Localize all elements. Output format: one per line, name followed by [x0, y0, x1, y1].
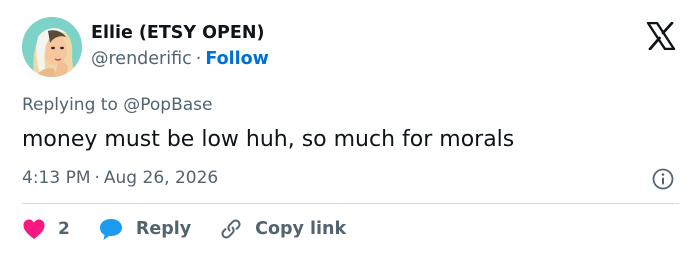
link-icon	[221, 219, 241, 239]
timestamp-separator: ·	[94, 168, 100, 188]
avatar[interactable]	[22, 17, 82, 77]
speech-bubble-icon	[99, 219, 122, 240]
like-button[interactable]: 2	[22, 218, 70, 240]
reply-label: Reply	[135, 219, 192, 239]
like-count: 2	[58, 219, 70, 239]
handle-line: @renderific · Follow	[91, 47, 269, 71]
divider	[22, 203, 679, 204]
timestamp[interactable]: 4:13 PM · Aug 26, 2026	[22, 166, 218, 190]
action-bar: 2 Reply Copy link	[22, 214, 346, 244]
tweet-time: 4:13 PM	[22, 168, 91, 188]
reply-context: Replying to @PopBase	[22, 95, 213, 115]
tweet-date: Aug 26, 2026	[103, 168, 219, 188]
copy-link-label: Copy link	[255, 219, 347, 239]
tweet-text: money must be low huh, so much for moral…	[22, 127, 515, 152]
copy-link-button[interactable]: Copy link	[219, 217, 346, 241]
follow-button[interactable]: Follow	[205, 49, 268, 69]
x-logo-icon[interactable]	[646, 21, 676, 51]
reply-button[interactable]: Reply	[98, 217, 191, 241]
info-icon[interactable]	[651, 167, 675, 191]
display-name[interactable]: Ellie (ETSY OPEN)	[91, 21, 264, 45]
tweet-card: Ellie (ETSY OPEN) @renderific · Follow Rep…	[0, 0, 700, 256]
heart-icon	[23, 219, 45, 239]
handle-separator: ·	[195, 49, 202, 69]
user-handle[interactable]: @renderific	[91, 49, 192, 69]
